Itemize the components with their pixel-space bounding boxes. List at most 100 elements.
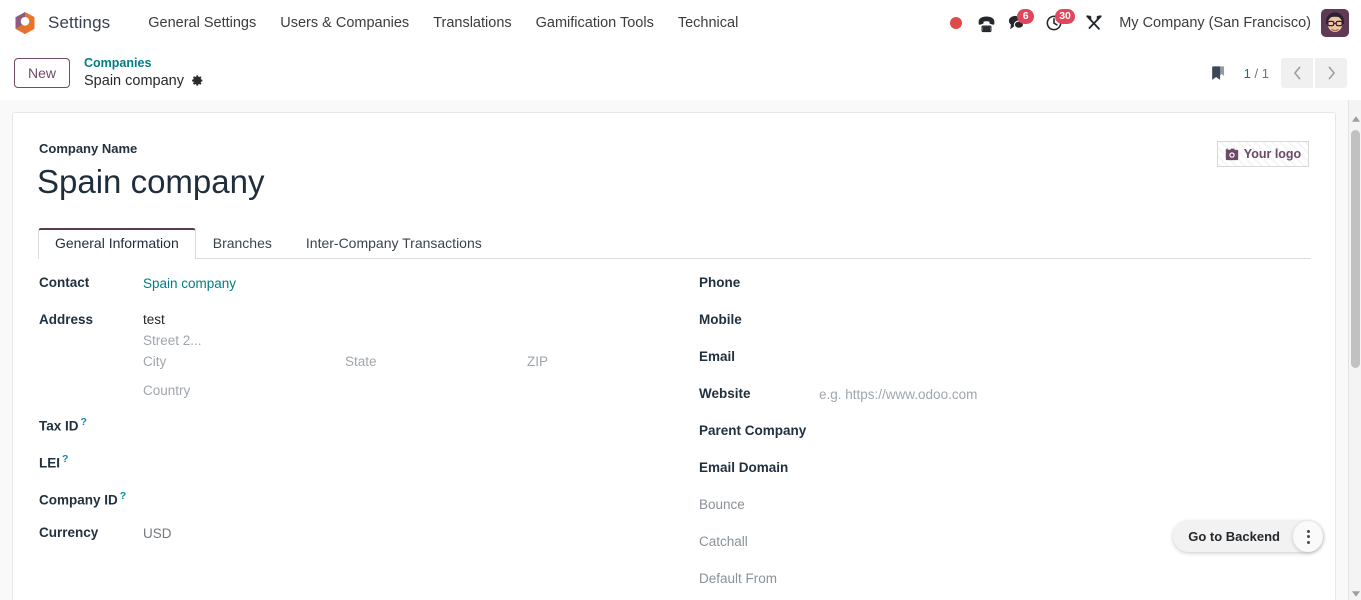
nav-item-users-companies[interactable]: Users & Companies <box>268 9 421 37</box>
address-country-input[interactable]: Country <box>143 379 675 400</box>
address-city-state-zip-row: City State ZIP <box>143 350 675 379</box>
lei-label-text: LEI <box>39 455 61 471</box>
phone-dialpad-icon[interactable] <box>971 8 1001 38</box>
address-city-input[interactable]: City <box>143 350 345 379</box>
field-contact: Contact Spain company <box>39 271 675 308</box>
chevron-left-icon <box>1293 66 1300 80</box>
currency-value[interactable]: USD <box>143 521 675 543</box>
control-panel: New Companies Spain company 1 / 1 <box>0 46 1361 100</box>
nav-item-general-settings[interactable]: General Settings <box>136 9 268 37</box>
scrollbar-thumb[interactable] <box>1351 130 1360 368</box>
field-email: Email <box>699 345 1337 382</box>
default-from-value <box>819 567 1337 586</box>
top-navbar: Settings General Settings Users & Compan… <box>0 0 1361 46</box>
email-domain-input[interactable] <box>819 456 1337 475</box>
company-id-label: Company ID? <box>39 484 143 510</box>
tab-inter-company-transactions[interactable]: Inter-Company Transactions <box>289 228 499 259</box>
email-label: Email <box>699 349 736 364</box>
pager-counter[interactable]: 1 / 1 <box>1244 66 1269 81</box>
field-lei: LEI? <box>39 447 675 484</box>
go-to-backend-widget: Go to Backend <box>1173 521 1323 552</box>
form-sheet: Your logo Company Name Spain company Gen… <box>12 112 1336 600</box>
field-parent-company: Parent Company <box>699 419 1337 456</box>
company-id-input[interactable] <box>143 484 675 503</box>
active-company-label[interactable]: My Company (San Francisco) <box>1119 15 1311 31</box>
bookmark-icon[interactable] <box>1209 64 1228 83</box>
company-id-label-text: Company ID <box>39 492 118 508</box>
wrench-tools-icon[interactable] <box>1079 8 1109 38</box>
pager-total: 1 <box>1261 65 1269 81</box>
page-scrollbar[interactable] <box>1348 100 1361 600</box>
field-mobile: Mobile <box>699 308 1337 345</box>
pager-previous-button[interactable] <box>1281 58 1313 88</box>
pager-separator: / <box>1254 65 1259 81</box>
breadcrumb-item-companies[interactable]: Companies <box>84 56 204 72</box>
phone-input[interactable] <box>819 271 1337 290</box>
nav-item-translations[interactable]: Translations <box>421 9 523 37</box>
scroll-up-arrow-icon[interactable] <box>1349 112 1361 125</box>
pager-current: 1 <box>1243 65 1251 81</box>
gear-icon[interactable] <box>191 74 204 87</box>
form-notebook-tabs: General Information Branches Inter-Compa… <box>38 227 1311 259</box>
tax-id-input[interactable] <box>143 410 675 429</box>
go-to-backend-button[interactable]: Go to Backend <box>1173 529 1293 544</box>
activities-count-badge: 30 <box>1055 9 1075 24</box>
messages-count-badge: 6 <box>1017 9 1035 24</box>
logo-upload-label: Your logo <box>1243 147 1302 161</box>
mobile-label: Mobile <box>699 312 742 327</box>
odoo-hexagon-logo-icon[interactable] <box>12 10 38 36</box>
systray: 6 30 My Company (San Francisco) <box>941 0 1361 46</box>
field-phone: Phone <box>699 271 1337 308</box>
tab-general-information[interactable]: General Information <box>38 228 196 259</box>
form-column-left: Contact Spain company Address test Stree… <box>13 271 675 600</box>
breadcrumb-current-record: Spain company <box>84 72 184 89</box>
app-brand-title[interactable]: Settings <box>48 13 110 33</box>
parent-company-label: Parent Company <box>699 423 807 438</box>
record-dot-icon[interactable] <box>941 8 971 38</box>
scroll-down-arrow-icon[interactable] <box>1349 587 1361 600</box>
camera-plus-icon <box>1225 147 1239 161</box>
navbar-menu: General Settings Users & Companies Trans… <box>136 9 750 37</box>
chat-bubble-icon[interactable]: 6 <box>1001 8 1035 38</box>
control-panel-right: 1 / 1 <box>1209 46 1347 100</box>
company-id-help-icon[interactable]: ? <box>120 490 126 502</box>
phone-label: Phone <box>699 275 741 290</box>
tab-branches[interactable]: Branches <box>196 228 289 259</box>
field-default-from: Default From <box>699 567 1337 600</box>
lei-help-icon[interactable]: ? <box>62 453 68 465</box>
tax-id-label: Tax ID? <box>39 410 143 436</box>
website-input[interactable]: e.g. https://www.odoo.com <box>819 382 1337 404</box>
address-street2-input[interactable]: Street 2... <box>143 329 675 350</box>
currency-label: Currency <box>39 525 99 540</box>
parent-company-input[interactable] <box>819 419 1337 438</box>
field-website: Website e.g. https://www.odoo.com <box>699 382 1337 419</box>
clock-activity-icon[interactable]: 30 <box>1039 8 1075 38</box>
bounce-label: Bounce <box>699 497 745 512</box>
email-input[interactable] <box>819 345 1337 364</box>
company-name-input[interactable]: Spain company <box>37 161 264 203</box>
mobile-input[interactable] <box>819 308 1337 327</box>
field-currency: Currency USD <box>39 521 675 558</box>
address-state-input[interactable]: State <box>345 350 527 379</box>
company-logo-upload[interactable]: Your logo <box>1217 141 1309 167</box>
contact-value-link[interactable]: Spain company <box>143 271 675 293</box>
company-name-label: Company Name <box>39 141 138 156</box>
address-zip-input[interactable]: ZIP <box>527 350 647 379</box>
address-street-input[interactable]: test <box>143 308 675 329</box>
nav-item-technical[interactable]: Technical <box>666 9 750 37</box>
field-address: Address test Street 2... City State ZIP … <box>39 308 675 400</box>
pager-next-button[interactable] <box>1315 58 1347 88</box>
email-domain-label: Email Domain <box>699 460 789 475</box>
tax-id-help-icon[interactable]: ? <box>81 416 87 428</box>
new-button[interactable]: New <box>14 58 71 88</box>
lei-input[interactable] <box>143 447 675 466</box>
field-tax-id: Tax ID? <box>39 410 675 447</box>
three-dots-vertical-icon[interactable] <box>1293 521 1323 552</box>
bounce-value <box>819 493 1337 512</box>
form-scroll-area: Your logo Company Name Spain company Gen… <box>0 100 1348 600</box>
tax-id-label-text: Tax ID <box>39 418 79 434</box>
nav-item-gamification-tools[interactable]: Gamification Tools <box>524 9 666 37</box>
field-email-domain: Email Domain <box>699 456 1337 493</box>
user-avatar[interactable] <box>1321 9 1349 37</box>
general-information-panel: Contact Spain company Address test Stree… <box>13 271 1337 600</box>
